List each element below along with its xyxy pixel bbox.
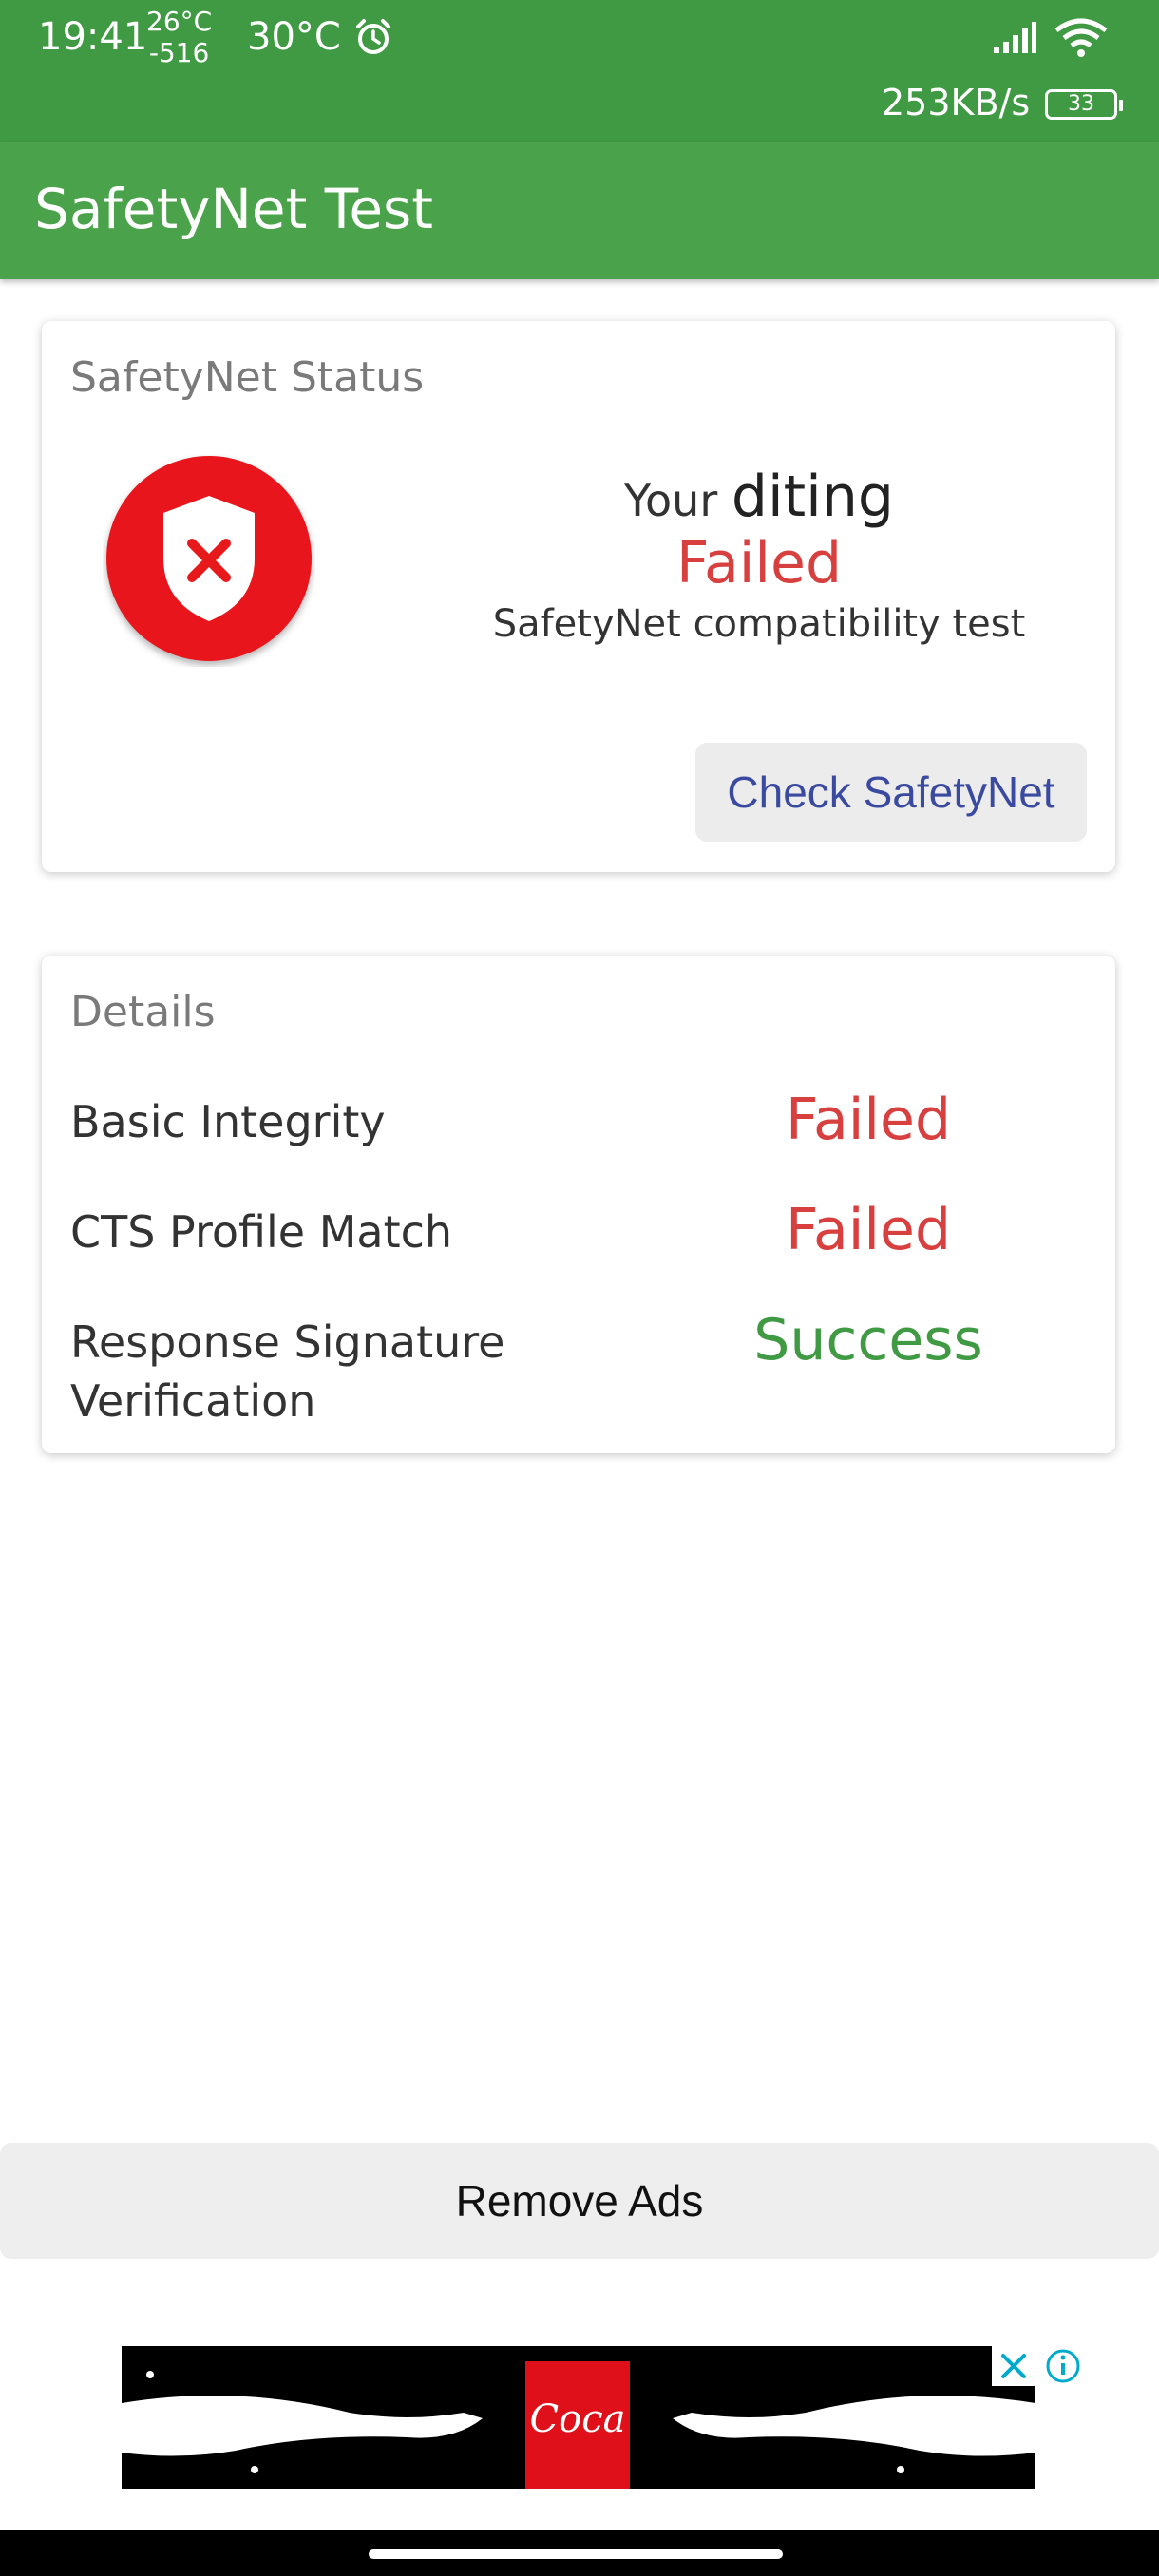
ad-image: Coca — [122, 2346, 1036, 2489]
status-card: SafetyNet Status Your diting Failed Safe… — [42, 321, 1115, 872]
ad-info-icon[interactable] — [1043, 2346, 1083, 2386]
home-gesture-handle[interactable] — [369, 2549, 783, 2559]
status-card-title: SafetyNet Status — [70, 353, 425, 402]
status-result: Failed — [675, 530, 843, 597]
device-name: diting — [731, 464, 894, 530]
shield-fail-icon — [106, 456, 312, 661]
detail-value: Failed — [785, 1197, 952, 1263]
details-card: Details Basic Integrity Failed CTS Profi… — [42, 956, 1115, 1453]
navigation-bar — [0, 2530, 1159, 2576]
weather-temp-range: 26°C -516 — [146, 6, 212, 68]
status-summary: Your diting Failed SafetyNet compatibili… — [393, 464, 1125, 646]
check-safetynet-button[interactable]: Check SafetyNet — [695, 743, 1087, 842]
detail-value: Failed — [785, 1087, 952, 1153]
temp-low: -516 — [148, 37, 210, 68]
detail-label: Basic Integrity — [70, 1096, 386, 1147]
status-device-line: Your diting — [393, 464, 1125, 530]
status-bar: 19:41 26°C -516 30°C 253KB/s 33 — [0, 0, 1159, 142]
detail-label: CTS Profile Match — [70, 1206, 453, 1258]
detail-value: Success — [753, 1307, 983, 1373]
app-bar: SafetyNet Test — [0, 142, 1159, 279]
temp-high: 26°C — [146, 6, 213, 37]
signal-icon — [994, 22, 1036, 53]
network-speed: 253KB/s — [882, 82, 1031, 123]
battery-icon: 33 — [1045, 89, 1123, 120]
detail-label: Response Signature Verification — [70, 1316, 505, 1427]
app-title: SafetyNet Test — [34, 177, 433, 241]
wifi-icon — [1054, 18, 1108, 57]
status-prefix: Your — [624, 475, 718, 526]
alarm-icon — [356, 19, 390, 54]
ad-close-icon[interactable] — [992, 2346, 1036, 2386]
details-card-title: Details — [70, 988, 216, 1036]
status-subtitle: SafetyNet compatibility test — [492, 602, 1026, 646]
temp-current: 30°C — [247, 15, 341, 59]
battery-level: 33 — [1068, 92, 1094, 116]
status-time: 19:41 — [38, 15, 148, 59]
remove-ads-button[interactable]: Remove Ads — [0, 2143, 1159, 2259]
svg-text:Coca: Coca — [530, 2397, 626, 2441]
ad-banner[interactable]: Coca — [122, 2346, 1036, 2489]
